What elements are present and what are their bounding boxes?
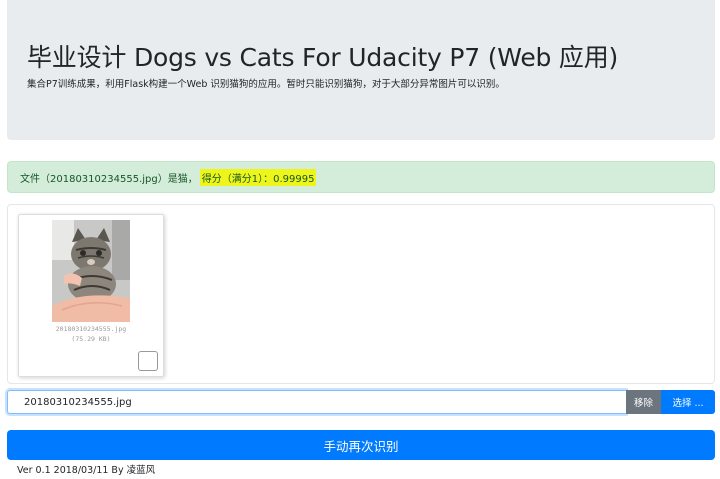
page-title: 毕业设计 Dogs vs Cats For Udacity P7 (Web 应用…: [27, 43, 619, 72]
file-input-group: 20180310234555.jpg 移除 选择 ...: [7, 390, 715, 414]
file-caption-input[interactable]: 20180310234555.jpg: [7, 390, 626, 414]
thumbnail-select-checkbox[interactable]: [138, 351, 158, 371]
thumbnail-file-size: (75.29 KB): [71, 335, 111, 343]
recognize-again-button[interactable]: 手动再次识别: [7, 430, 715, 460]
cat-photo-thumbnail: [52, 220, 130, 322]
remove-file-button[interactable]: 移除: [626, 390, 661, 414]
thumbnail-file-name: 20180310234555.jpg: [55, 325, 127, 333]
browse-file-button[interactable]: 选择 ...: [661, 390, 715, 414]
result-score: 得分（满分1）：0.99995: [199, 168, 317, 186]
page-lead: 集合P7训练成果，利用Flask构建一个Web 识别猫狗的应用。暂时只能识别猫狗…: [27, 79, 505, 90]
header-jumbotron: 毕业设计 Dogs vs Cats For Udacity P7 (Web 应用…: [7, 0, 715, 140]
file-preview-panel: 20180310234555.jpg (75.29 KB): [7, 204, 715, 384]
result-alert: 文件（20180310234555.jpg）是猫， 得分（满分1）：0.9999…: [7, 161, 715, 193]
file-thumbnail[interactable]: 20180310234555.jpg (75.29 KB): [18, 214, 164, 377]
cat-photo-icon: [52, 220, 130, 322]
footer-version: Ver 0.1 2018/03/11 By 凌蓝风: [17, 465, 156, 476]
result-text: 文件（20180310234555.jpg）是猫，: [20, 173, 198, 185]
